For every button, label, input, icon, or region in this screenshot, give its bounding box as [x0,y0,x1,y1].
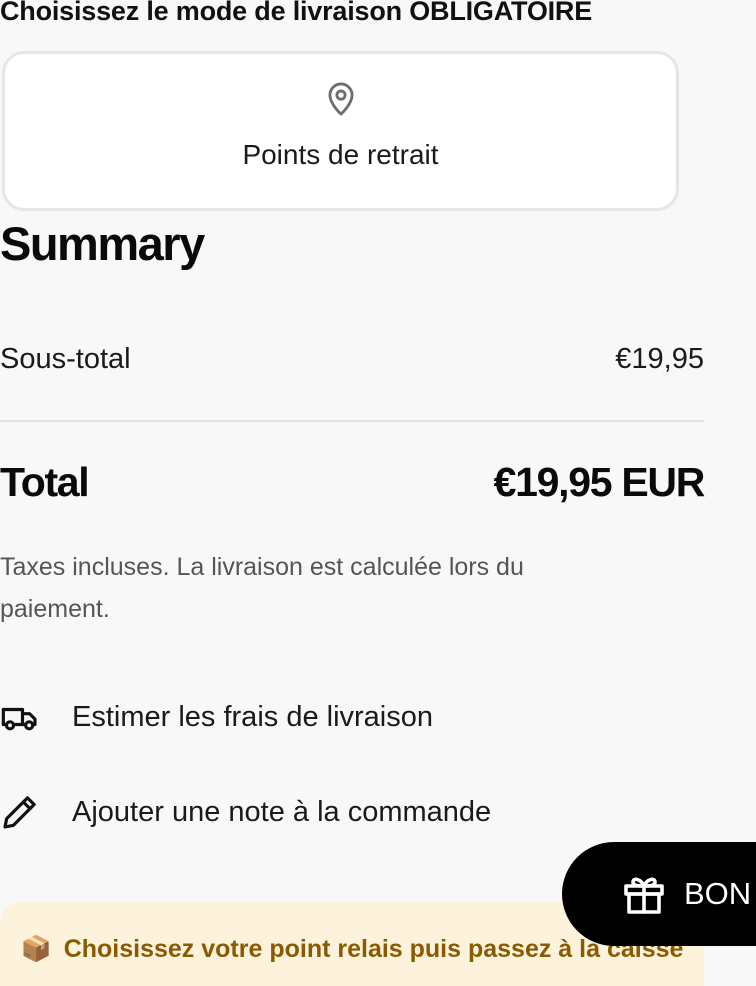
summary-title: Summary [0,217,205,270]
tax-note: Taxes incluses. La livraison est calculé… [0,553,524,623]
shipping-method-heading: Choisissez le mode de livraison OBLIGATO… [0,0,593,26]
subtotal-label: Sous-total [0,343,131,375]
gift-voucher-button[interactable]: BON [562,842,756,946]
total-row: Total €19,95 EUR [0,459,706,506]
cart-page: Choisissez le mode de livraison OBLIGATO… [0,0,756,986]
gift-icon [624,877,664,914]
truck-icon [1,707,37,731]
add-order-note-label: Ajouter une note à la commande [72,795,492,828]
add-order-note-button[interactable]: Ajouter une note à la commande [0,792,491,832]
total-label: Total [0,459,90,505]
gift-button-label: BON [684,876,752,911]
subtotal-value: €19,95 [615,343,704,375]
pencil-icon [3,796,36,829]
estimate-shipping-label: Estimer les frais de livraison [72,700,433,733]
total-value: €19,95 EUR [493,459,706,505]
map-pin-icon [327,82,354,116]
subtotal-row: Sous-total €19,95 [0,343,704,376]
estimate-shipping-button[interactable]: Estimer les frais de livraison [0,697,433,737]
pickup-points-option[interactable]: Points de retrait [2,51,679,211]
pickup-points-label: Points de retrait [242,139,439,170]
summary-divider [0,420,704,422]
package-icon: 📦 [20,935,52,963]
